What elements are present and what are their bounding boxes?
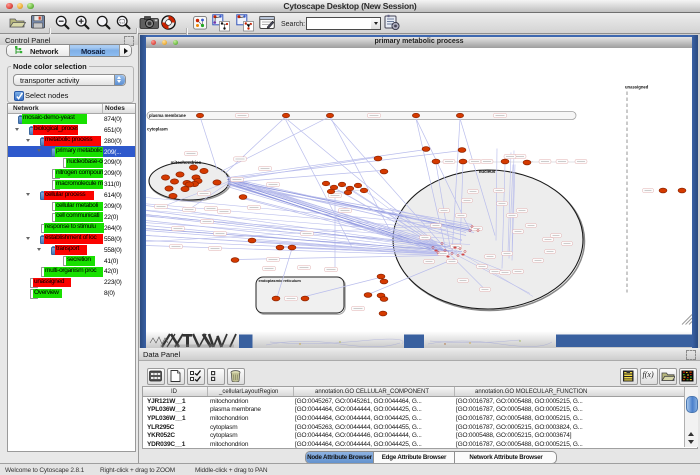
svg-text:nucleus: nucleus: [479, 169, 496, 174]
svg-text:endoplasmic reticulum: endoplasmic reticulum: [259, 278, 302, 283]
svg-text:cytoplasm: cytoplasm: [147, 126, 168, 131]
svg-text:plasma membrane: plasma membrane: [149, 112, 186, 117]
svg-text:mitochondrion: mitochondrion: [171, 160, 202, 165]
svg-text:unassigned: unassigned: [625, 84, 649, 89]
